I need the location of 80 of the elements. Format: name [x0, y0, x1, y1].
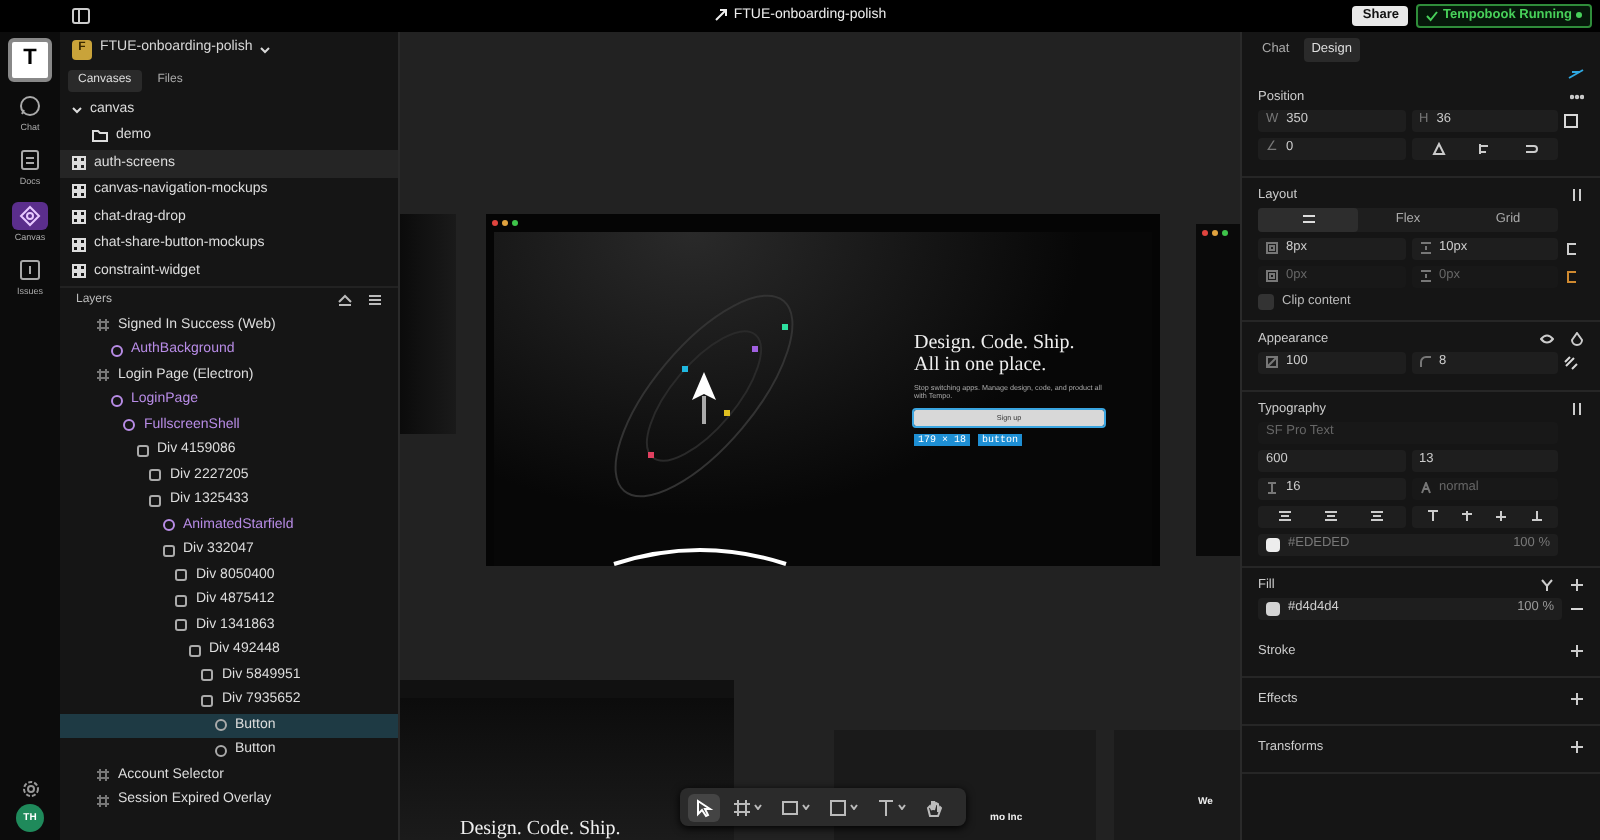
list-icon[interactable]: [368, 294, 382, 307]
headline: Design. Code. Ship.: [460, 818, 621, 840]
plus-icon[interactable]: [1570, 644, 1584, 659]
line-height-icon: [1266, 482, 1278, 495]
align-icon[interactable]: [1370, 510, 1385, 523]
stack-icon: [1301, 214, 1315, 225]
square-icon: [18, 258, 42, 283]
check-icon: [1426, 9, 1439, 22]
square-icon: [148, 468, 162, 483]
sliders-icon[interactable]: [1570, 402, 1584, 417]
circle-icon: [213, 743, 227, 758]
square-icon: [174, 593, 188, 608]
text-icon: [876, 797, 896, 817]
opacity-icon: [1266, 356, 1278, 369]
alignment-control[interactable]: [1411, 137, 1558, 160]
sidebar-icon[interactable]: [72, 8, 90, 24]
plus-icon[interactable]: [1570, 578, 1584, 593]
square-icon: [148, 493, 162, 508]
caret-icon: [898, 804, 906, 810]
tool-button[interactable]: [688, 793, 720, 821]
square-icon: [187, 643, 201, 658]
eye-icon[interactable]: [1540, 332, 1554, 347]
caret-icon: [850, 804, 858, 810]
hash-icon: [96, 793, 110, 808]
caret-icon: [802, 804, 810, 810]
plus-icon[interactable]: [1570, 740, 1584, 755]
folder-icon: [92, 130, 108, 143]
checkbox[interactable]: [1258, 293, 1274, 310]
chat-icon: [18, 94, 42, 118]
pointer-icon: [694, 797, 714, 817]
square-icon: [174, 568, 188, 583]
letter-spacing-icon: [1419, 482, 1431, 495]
app-logo[interactable]: T: [8, 38, 52, 82]
circle-icon: [109, 393, 123, 408]
square-icon: [174, 618, 188, 633]
hash-icon: [732, 797, 752, 817]
circle-icon: [213, 718, 227, 733]
padding-icon: [1266, 270, 1278, 283]
caret-icon[interactable]: [260, 45, 271, 53]
circle-icon: [161, 518, 175, 533]
square-icon: [828, 797, 848, 817]
color-swatch: [1266, 601, 1280, 616]
padding-icon: [1266, 242, 1278, 255]
square-icon: [200, 668, 214, 683]
circle-icon: [109, 343, 123, 358]
drop-icon[interactable]: [1570, 332, 1584, 347]
text-align-control[interactable]: [1258, 505, 1405, 528]
align-icon[interactable]: [1425, 510, 1440, 523]
hash-icon: [96, 368, 110, 383]
circle-icon: [122, 418, 136, 433]
align-left-icon[interactable]: [1477, 141, 1492, 156]
document-icon: [18, 148, 42, 173]
vertical-align-control[interactable]: [1411, 505, 1558, 528]
gap-icon: [1419, 242, 1431, 255]
hand-icon: [924, 797, 944, 817]
square-icon: [200, 693, 214, 708]
collapse-icon[interactable]: [338, 294, 352, 307]
align-icon[interactable]: [1324, 510, 1339, 523]
hash-icon: [96, 768, 110, 783]
flip-icon[interactable]: [1431, 141, 1446, 156]
frame-icon: [780, 797, 800, 817]
settings-icon[interactable]: [21, 780, 39, 798]
plus-icon[interactable]: [1570, 692, 1584, 707]
align-icon[interactable]: [1529, 510, 1544, 523]
chevron-icon[interactable]: [72, 105, 82, 114]
align-icon[interactable]: [1460, 510, 1475, 523]
rotate-icon[interactable]: [1523, 141, 1538, 156]
sliders-icon[interactable]: [1570, 188, 1584, 203]
square-icon: [135, 443, 149, 458]
diamond-icon: [18, 203, 42, 228]
align-icon[interactable]: [1494, 510, 1509, 523]
more-icon[interactable]: [1570, 90, 1584, 105]
square-icon: [161, 543, 175, 558]
hash-icon: [96, 318, 110, 333]
gap-icon: [1419, 270, 1431, 283]
align-icon[interactable]: [1278, 510, 1293, 523]
caret-icon: [754, 804, 762, 810]
resize-icon[interactable]: [1564, 113, 1578, 128]
corner-radius-icon: [1419, 356, 1431, 369]
headline: Design. Code. Ship. All in one place.: [914, 332, 1077, 376]
